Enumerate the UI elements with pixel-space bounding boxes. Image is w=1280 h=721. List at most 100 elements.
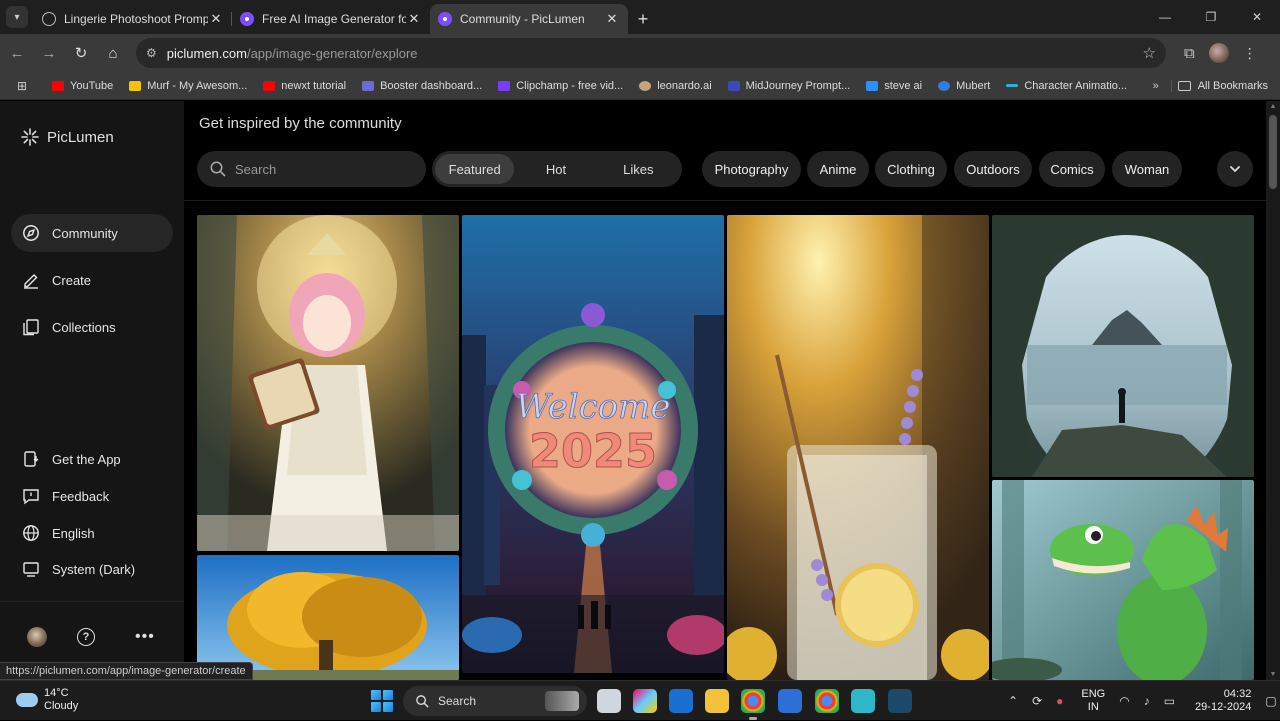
help-icon[interactable]: ? [77,628,95,646]
weather-condition: Cloudy [44,700,79,712]
chevron-up-icon[interactable]: ⌃ [1008,694,1018,708]
notifications-icon[interactable]: ▢ [1265,694,1276,708]
close-icon[interactable]: ✕ [604,11,620,27]
taskbar-search[interactable]: Search [403,686,587,716]
file-explorer-icon[interactable] [705,689,729,713]
new-tab-button[interactable]: + [628,4,658,34]
bookmark-label: Murf - My Awesom... [147,79,248,92]
weather-widget[interactable]: 14°C Cloudy [16,687,78,713]
page-scrollbar[interactable]: ▲ ▼ [1266,101,1280,680]
categories-dropdown-button[interactable] [1217,151,1253,187]
category-chip-clothing[interactable]: Clothing [875,151,947,187]
restore-icon[interactable]: ❐ [1188,0,1234,34]
community-image-card[interactable] [197,215,459,551]
reload-icon[interactable]: ↻ [66,38,96,68]
nav-get-the-app[interactable]: Get the App [11,440,173,478]
search-input[interactable] [235,161,415,177]
profile-avatar[interactable] [1208,43,1229,63]
back-icon[interactable]: ← [2,38,32,68]
terminal-icon[interactable] [888,689,912,713]
bookmark-item[interactable]: MidJourney Prompt... [720,80,859,92]
midjourney-icon [727,80,740,91]
chrome-icon[interactable] [815,689,839,713]
tab-search-button[interactable]: ▾ [0,0,34,34]
kebab-menu-icon[interactable]: ⋮ [1243,45,1257,62]
windows-start-button[interactable] [371,690,393,712]
nav-theme[interactable]: System (Dark) [11,550,173,588]
community-image-card[interactable] [727,215,989,680]
nav-feedback[interactable]: Feedback [11,477,173,515]
outlook-icon[interactable] [669,689,693,713]
bookmark-label: newxt tutorial [281,79,347,92]
address-bar[interactable]: ⚙ piclumen.com/app/image-generator/explo… [136,38,1166,68]
copilot-icon[interactable] [633,689,657,713]
category-chip-comics[interactable]: Comics [1039,151,1105,187]
minimize-icon[interactable]: — [1142,0,1188,34]
bookmark-item[interactable]: steve ai [858,80,930,92]
bookmark-item[interactable]: newxt tutorial [255,80,354,92]
community-image-card[interactable]: Welcome 2025 [462,215,724,673]
booster-icon [362,80,375,91]
microphone-icon[interactable]: ● [1056,694,1063,708]
scrollbar-thumb[interactable] [1269,115,1277,189]
bookmark-star-icon[interactable]: ☆ [1143,44,1156,62]
category-chip-photography[interactable]: Photography [702,151,801,187]
nav-language[interactable]: English [11,514,173,552]
bookmark-item[interactable]: Mubert [930,80,998,92]
home-icon[interactable]: ⌂ [98,38,128,68]
chevron-down-icon [1230,166,1240,173]
extensions-icon[interactable]: ⧉ [1184,45,1195,62]
more-bookmarks-icon[interactable]: » [1141,80,1171,92]
all-bookmarks-label: All Bookmarks [1197,79,1268,92]
clock[interactable]: 04:32 29-12-2024 [1195,688,1251,714]
nav-label: Feedback [52,488,110,504]
bookmark-item[interactable]: Murf - My Awesom... [121,80,255,92]
chrome-icon[interactable] [741,689,765,720]
sync-icon[interactable]: ⟳ [1032,694,1042,708]
monitor-icon [22,560,40,578]
wifi-icon[interactable]: ◠ [1119,694,1129,708]
bookmark-item[interactable]: leonardo.ai [631,80,719,92]
close-window-icon[interactable]: ✕ [1234,0,1280,34]
search-box[interactable] [197,151,426,187]
more-icon[interactable]: ••• [135,628,155,646]
piclumen-icon [438,12,452,26]
nav-community[interactable]: Community [11,214,173,252]
tab-hot[interactable]: Hot [514,154,597,184]
category-chip-anime[interactable]: Anime [807,151,869,187]
battery-icon[interactable]: ▭ [1164,694,1175,708]
bookmark-item[interactable]: Booster dashboard... [354,80,490,92]
browser-tab[interactable]: Lingerie Photoshoot Prompts ✕ [34,4,232,34]
apps-grid-icon[interactable]: ⊞ [0,79,44,93]
bookmark-item[interactable]: YouTube [44,80,121,92]
scroll-up-icon[interactable]: ▲ [1269,103,1277,110]
notepad-icon[interactable] [851,689,875,713]
search-highlight-image [545,691,579,711]
all-bookmarks-button[interactable]: All Bookmarks [1170,79,1280,92]
nav-collections[interactable]: Collections [11,308,173,346]
site-info-icon[interactable]: ⚙ [146,46,157,60]
bookmark-item[interactable]: Clipchamp - free vid... [490,80,631,92]
tab-likes[interactable]: Likes [598,154,679,184]
browser-tab-active[interactable]: Community - PicLumen ✕ [430,4,628,34]
community-image-card[interactable] [992,480,1254,680]
close-icon[interactable]: ✕ [406,11,422,27]
brand-logo[interactable]: PicLumen [20,127,114,147]
nav-create[interactable]: Create [11,261,173,299]
user-avatar[interactable] [27,627,47,647]
scroll-down-icon[interactable]: ▼ [1269,671,1277,678]
photos-icon[interactable] [778,689,802,713]
tab-featured[interactable]: Featured [435,154,515,184]
browser-tab[interactable]: Free AI Image Generator for AI ✕ [232,4,430,34]
category-chip-outdoors[interactable]: Outdoors [954,151,1032,187]
feedback-icon [22,487,40,505]
bookmark-item[interactable]: Character Animatio... [998,80,1135,92]
language-indicator[interactable]: ENG IN [1081,688,1105,714]
forward-icon[interactable]: → [34,38,64,68]
category-chip-woman[interactable]: Woman [1112,151,1182,187]
community-image-card[interactable] [992,215,1254,477]
volume-icon[interactable]: ♪ [1144,694,1150,708]
task-view-icon[interactable] [597,689,621,713]
close-icon[interactable]: ✕ [208,11,224,27]
lavender-lemonade-image [727,215,989,680]
